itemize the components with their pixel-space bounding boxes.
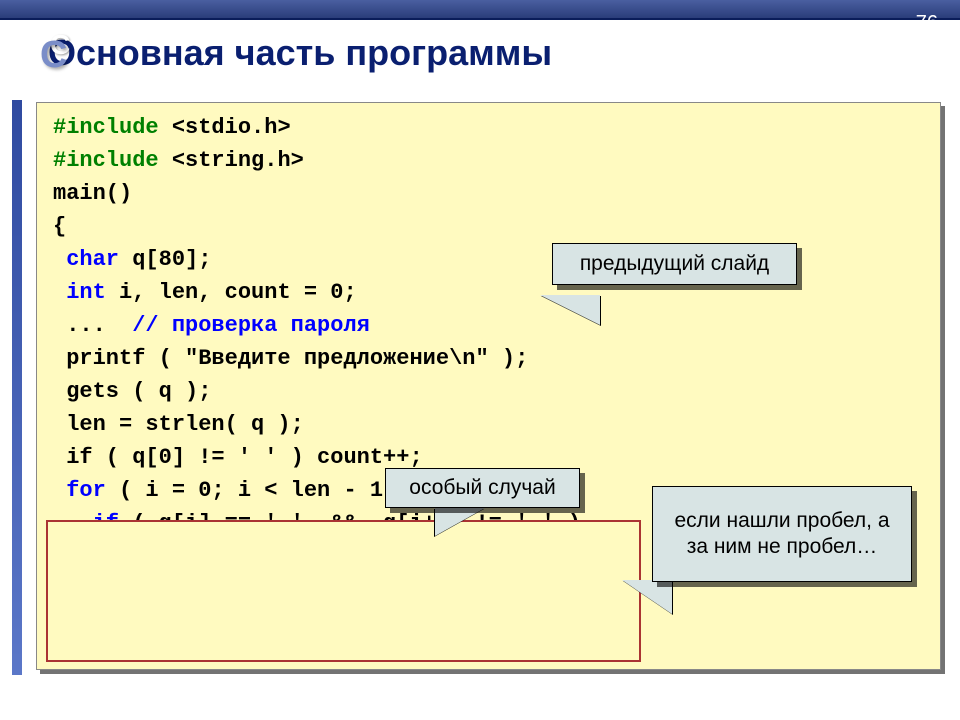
code-line: printf ( "Введите предложение\n" ); xyxy=(53,346,528,371)
header-band xyxy=(0,0,960,20)
callout-tail xyxy=(435,508,485,536)
callout-found-space: если нашли пробел, а за ним не пробел… xyxy=(652,486,912,582)
code-line: len = strlen( q ); xyxy=(53,412,304,437)
hdr-string: <string.h> xyxy=(172,148,304,173)
code-line: ... xyxy=(53,313,132,338)
highlight-box xyxy=(46,520,641,662)
code-line: gets ( q ); xyxy=(53,379,211,404)
kw-int: int xyxy=(53,280,106,305)
callout-special-case: особый случай xyxy=(385,468,580,508)
kw-include: #include xyxy=(53,148,172,173)
code-line: i, len, count = 0; xyxy=(106,280,357,305)
code-line: if ( q[0] != ' ' ) count++; xyxy=(53,445,423,470)
kw-char: char xyxy=(53,247,119,272)
logo-front: C xyxy=(40,34,67,77)
code-line: q[80]; xyxy=(119,247,211,272)
callout-tail xyxy=(622,580,672,614)
kw-for: for xyxy=(53,478,106,503)
page-number: 76 xyxy=(916,12,938,35)
cpp-logo: C C xyxy=(40,28,100,72)
left-rail xyxy=(12,100,22,675)
callout-tail xyxy=(540,295,600,325)
code-line: { xyxy=(53,214,66,239)
code-line: main() xyxy=(53,181,132,206)
comment: // проверка пароля xyxy=(132,313,370,338)
callout-prev-slide: предыдущий слайд xyxy=(552,243,797,285)
hdr-stdio: <stdio.h> xyxy=(172,115,291,140)
kw-include: #include xyxy=(53,115,172,140)
slide-title: Основная часть программы xyxy=(48,32,552,74)
